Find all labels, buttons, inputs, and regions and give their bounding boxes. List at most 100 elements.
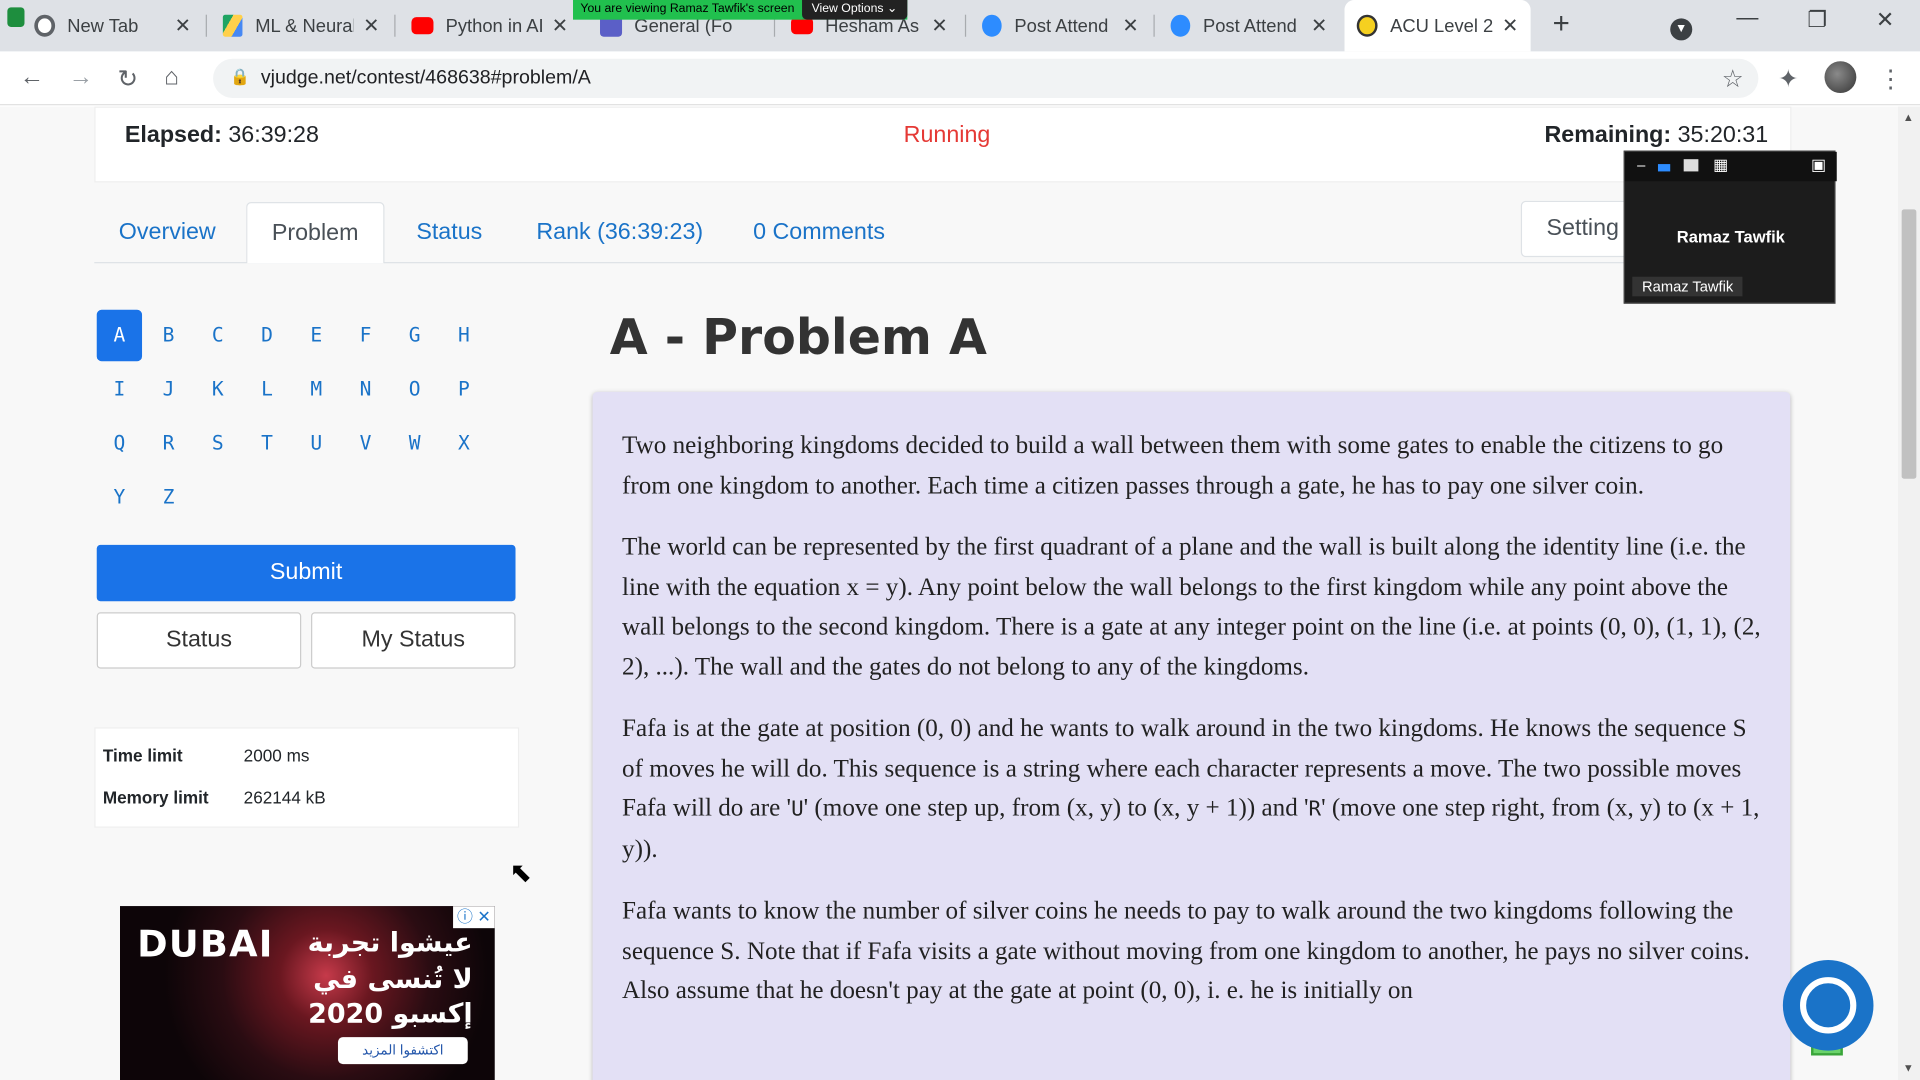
forward-icon[interactable]: → — [69, 64, 93, 92]
problem-letter-o[interactable]: O — [392, 364, 437, 415]
elapsed-time: Elapsed: 36:39:28 — [125, 122, 319, 149]
elapsed-value: 36:39:28 — [228, 122, 319, 149]
ad-line: عيشوا تجربة — [307, 928, 473, 959]
screen-share-video-window[interactable]: – ▦ ▣ Ramaz Tawfik Ramaz Tawfik — [1623, 150, 1837, 304]
remaining-label: Remaining: — [1544, 122, 1672, 149]
problem-letter-u[interactable]: U — [294, 418, 339, 469]
close-icon[interactable]: ✕ — [363, 13, 379, 37]
reload-icon[interactable]: ↻ — [118, 64, 139, 95]
problem-letter-h[interactable]: H — [441, 310, 486, 361]
extensions-icon[interactable]: ✦ — [1778, 64, 1799, 95]
problem-letter-i[interactable]: I — [97, 364, 142, 415]
problem-letter-p[interactable]: P — [441, 364, 486, 415]
tab-comments[interactable]: 0 Comments — [729, 202, 910, 263]
chrome-icon — [34, 14, 55, 37]
close-icon[interactable]: ✕ — [175, 13, 191, 37]
chat-support-button[interactable] — [1782, 960, 1874, 1051]
presenter-name: Ramaz Tawfik — [1676, 227, 1785, 247]
problem-letter-e[interactable]: E — [294, 310, 339, 361]
close-icon[interactable]: ✕ — [552, 13, 568, 37]
tab-status[interactable]: Status — [392, 202, 507, 263]
problem-letter-x[interactable]: X — [441, 418, 486, 469]
problem-letter-s[interactable]: S — [195, 418, 240, 469]
tab-title: Python in AI — [445, 15, 542, 37]
grid-view-icon[interactable]: ▦ — [1713, 156, 1728, 176]
tab-rank[interactable]: Rank (36:39:23) — [512, 202, 728, 263]
tab-post-attend-1[interactable]: Post Attend ✕ — [970, 0, 1151, 51]
problem-letter-g[interactable]: G — [392, 310, 437, 361]
tab-new-tab[interactable]: New Tab ✕ — [22, 0, 203, 51]
my-status-button[interactable]: My Status — [311, 612, 516, 669]
statement-paragraph: Fafa is at the gate at position (0, 0) a… — [622, 709, 1761, 869]
tab-title: New Tab — [67, 15, 139, 37]
ad-cta-button[interactable]: اكتشفوا المزيد — [337, 1037, 468, 1065]
share-banner-text: You are viewing Ramaz Tawfik's screen — [573, 0, 802, 20]
tab-title: Post Attend — [1202, 15, 1297, 37]
elapsed-label: Elapsed: — [124, 122, 222, 149]
gallery-view-icon[interactable] — [1683, 159, 1699, 172]
problem-letter-t[interactable]: T — [244, 418, 289, 469]
minimize-icon[interactable]: – — [1637, 157, 1645, 174]
scroll-down-icon[interactable]: ▼ — [1903, 1062, 1914, 1074]
window-close-icon[interactable]: ✕ — [1876, 7, 1894, 33]
home-icon[interactable]: ⌂ — [164, 64, 179, 92]
view-options-label: View Options — [811, 2, 884, 16]
close-icon[interactable]: ✕ — [1311, 13, 1327, 37]
bookmark-star-icon[interactable]: ☆ — [1722, 64, 1744, 95]
tab-problem[interactable]: Problem — [246, 202, 385, 264]
speaker-view-icon[interactable] — [1657, 164, 1671, 172]
problem-letter-l[interactable]: L — [244, 364, 289, 415]
problem-letter-d[interactable]: D — [244, 310, 289, 361]
lock-icon[interactable]: 🔒 — [230, 67, 250, 87]
menu-icon[interactable]: ⋮ — [1878, 64, 1902, 95]
chat-bubble-icon — [1800, 977, 1857, 1034]
limits-panel: Time limit 2000 ms Memory limit 262144 k… — [94, 727, 520, 828]
tab-search-icon[interactable]: ▼ — [1670, 12, 1693, 41]
submit-button[interactable]: Submit — [96, 544, 516, 602]
address-bar[interactable]: 🔒 vjudge.net/contest/468638#problem/A ☆ — [213, 58, 1759, 98]
scrollbar-thumb[interactable] — [1901, 209, 1917, 479]
problem-letter-a[interactable]: A — [96, 309, 143, 362]
status-button[interactable]: Status — [96, 612, 302, 669]
ad-close-icon[interactable]: ⓘ ✕ — [453, 906, 495, 929]
browser-toolbar: ← → ↻ ⌂ 🔒 vjudge.net/contest/468638#prob… — [0, 51, 1920, 106]
tab-post-attend-2[interactable]: Post Attend ✕ — [1158, 0, 1339, 51]
avatar[interactable] — [1824, 61, 1857, 100]
problem-letter-m[interactable]: M — [294, 364, 339, 415]
advertisement-banner[interactable]: DUBAI عيشوا تجربة لا تُنسى في إكسبو 2020… — [120, 906, 495, 1080]
restore-icon[interactable]: ❐ — [1807, 7, 1827, 33]
tab-separator — [394, 14, 396, 37]
tab-ml-neural[interactable]: ML & Neural ✕ — [211, 0, 392, 51]
problem-letter-n[interactable]: N — [343, 364, 388, 415]
page-scrollbar[interactable]: ▲ ▼ — [1897, 106, 1920, 1080]
new-tab-button[interactable]: + — [1553, 7, 1570, 41]
problem-letter-k[interactable]: K — [195, 364, 240, 415]
youtube-icon — [791, 17, 813, 35]
tab-python-in-ai[interactable]: Python in AI ✕ — [399, 0, 580, 51]
tab-acu-level-2[interactable]: ACU Level 2 ✕ — [1344, 0, 1531, 52]
problem-letter-v[interactable]: V — [343, 418, 388, 469]
problem-letter-z[interactable]: Z — [146, 471, 191, 522]
problem-letter-j[interactable]: J — [146, 364, 191, 415]
close-icon[interactable]: ✕ — [1502, 13, 1518, 37]
page-content: Elapsed: 36:39:28 Running Remaining: 35:… — [0, 106, 1898, 1080]
problem-letter-y[interactable]: Y — [97, 471, 142, 522]
contest-status: Running — [903, 122, 991, 149]
problem-letter-w[interactable]: W — [392, 418, 437, 469]
minimize-icon[interactable]: — — [1736, 5, 1758, 31]
problem-letter-f[interactable]: F — [343, 310, 388, 361]
browser-tab-bar: New Tab ✕ ML & Neural ✕ Python in AI ✕ G… — [0, 0, 1920, 52]
problem-letter-b[interactable]: B — [146, 310, 191, 361]
tab-overview[interactable]: Overview — [94, 202, 240, 263]
close-icon[interactable]: ✕ — [1122, 13, 1138, 37]
problem-letter-q[interactable]: Q — [97, 418, 142, 469]
presenter-tag: Ramaz Tawfik — [1632, 276, 1744, 297]
close-icon[interactable]: ✕ — [931, 13, 947, 37]
scroll-up-icon[interactable]: ▲ — [1903, 111, 1914, 123]
view-options-button[interactable]: View Options ⌄ — [801, 0, 907, 20]
back-icon[interactable]: ← — [20, 64, 44, 92]
vjudge-icon — [1356, 14, 1378, 37]
problem-letter-r[interactable]: R — [146, 418, 191, 469]
problem-letter-c[interactable]: C — [195, 310, 240, 361]
exit-fullscreen-icon[interactable]: ▣ — [1811, 156, 1826, 176]
